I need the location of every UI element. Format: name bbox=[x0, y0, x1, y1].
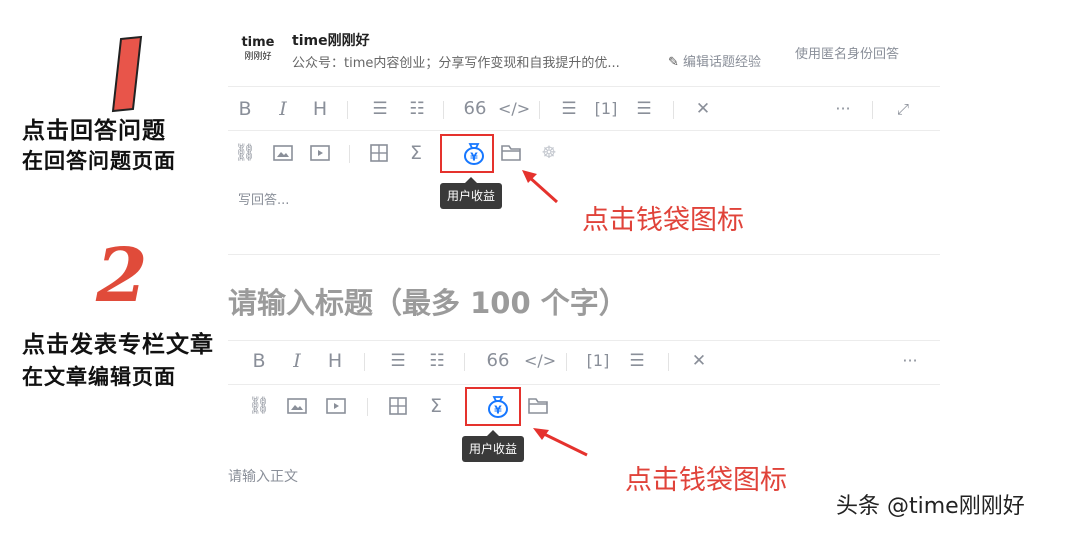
step-1-line1: 点击回答问题 bbox=[22, 118, 166, 144]
separator bbox=[349, 145, 350, 163]
code-icon[interactable]: </> bbox=[524, 349, 556, 373]
anonymous-answer-link[interactable]: 使用匿名身份回答 bbox=[795, 43, 899, 62]
annotation-label-2: 点击钱袋图标 bbox=[625, 465, 787, 496]
step-2-line2: 在文章编辑页面 bbox=[22, 365, 176, 389]
heading-icon[interactable]: H bbox=[307, 97, 333, 121]
divider bbox=[228, 86, 940, 87]
ordered-list-icon[interactable]: ☰ bbox=[367, 97, 393, 121]
divider bbox=[228, 130, 940, 131]
divider bbox=[228, 340, 940, 341]
answer-input[interactable]: 写回答... bbox=[238, 189, 289, 208]
step-2-line1: 点击发表专栏文章 bbox=[22, 332, 214, 358]
separator bbox=[673, 101, 674, 119]
quote-icon[interactable]: 66 bbox=[485, 349, 511, 373]
divider-line-icon[interactable]: ☰ bbox=[624, 349, 650, 373]
arrow-1-icon bbox=[522, 170, 559, 204]
income-tooltip: 用户收益 bbox=[440, 177, 503, 209]
separator bbox=[443, 101, 444, 119]
separator bbox=[539, 101, 540, 119]
step-1-number bbox=[111, 35, 143, 113]
image-icon[interactable] bbox=[273, 145, 293, 161]
italic-icon[interactable]: I bbox=[270, 97, 296, 121]
separator bbox=[367, 398, 368, 416]
income-tooltip: 用户收益 bbox=[462, 430, 525, 462]
divider bbox=[228, 384, 940, 385]
author-name[interactable]: time刚刚好 bbox=[292, 30, 370, 50]
italic-icon[interactable]: I bbox=[284, 349, 310, 373]
footnote-icon[interactable]: [1] bbox=[593, 97, 619, 121]
unordered-list-icon[interactable]: ☷ bbox=[424, 349, 450, 373]
step-2-number: 2 bbox=[96, 233, 148, 319]
article-title-input[interactable]: 请输入标题（最多 100 个字） bbox=[228, 280, 628, 322]
step-1-line2: 在回答问题页面 bbox=[22, 149, 176, 173]
more-icon[interactable]: ··· bbox=[830, 97, 856, 121]
arrow-2-icon bbox=[533, 428, 588, 457]
footnote-icon[interactable]: [1] bbox=[585, 349, 611, 373]
code-icon[interactable]: </> bbox=[498, 97, 530, 121]
video-icon[interactable] bbox=[310, 145, 330, 161]
link-icon[interactable]: ⛓ bbox=[246, 394, 272, 418]
watermark: 头条 @time刚刚好 bbox=[836, 494, 1025, 519]
indent-icon[interactable]: ☰ bbox=[556, 97, 582, 121]
more-icon[interactable]: ··· bbox=[897, 349, 923, 373]
separator bbox=[364, 353, 365, 371]
edit-topic-link[interactable]: ✎ 编辑话题经验 bbox=[668, 51, 761, 70]
money-bag-highlight bbox=[465, 387, 521, 426]
bug-icon[interactable]: ☸ bbox=[536, 141, 562, 165]
separator bbox=[566, 353, 567, 371]
formula-icon[interactable]: Σ bbox=[423, 394, 449, 418]
author-logo: time 刚刚好 bbox=[241, 35, 275, 62]
formula-icon[interactable]: Σ bbox=[403, 141, 429, 165]
bold-icon[interactable]: B bbox=[232, 97, 258, 121]
divider bbox=[228, 254, 940, 255]
video-icon[interactable] bbox=[326, 398, 346, 414]
separator bbox=[872, 101, 873, 119]
table-icon[interactable] bbox=[370, 144, 388, 162]
image-icon[interactable] bbox=[287, 398, 307, 414]
pencil-icon: ✎ bbox=[668, 55, 679, 70]
separator bbox=[464, 353, 465, 371]
heading-icon[interactable]: H bbox=[322, 349, 348, 373]
separator bbox=[668, 353, 669, 371]
article-body-input[interactable]: 请输入正文 bbox=[228, 466, 298, 486]
link-icon[interactable]: ⛓ bbox=[232, 141, 258, 165]
expand-icon[interactable]: ⤢ bbox=[890, 97, 916, 121]
folder-icon[interactable] bbox=[501, 144, 521, 161]
quote-icon[interactable]: 66 bbox=[462, 97, 488, 121]
bold-icon[interactable]: B bbox=[246, 349, 272, 373]
folder-icon[interactable] bbox=[528, 397, 548, 414]
unordered-list-icon[interactable]: ☷ bbox=[404, 97, 430, 121]
table-icon[interactable] bbox=[389, 397, 407, 415]
clear-format-icon[interactable]: ✕ bbox=[690, 97, 716, 121]
author-description: 公众号：time内容创业；分享写作变现和自我提升的优... bbox=[292, 56, 620, 71]
separator bbox=[347, 101, 348, 119]
divider-line-icon[interactable]: ☰ bbox=[631, 97, 657, 121]
clear-format-icon[interactable]: ✕ bbox=[686, 349, 712, 373]
money-bag-highlight bbox=[440, 134, 494, 173]
annotation-label-1: 点击钱袋图标 bbox=[582, 205, 744, 236]
ordered-list-icon[interactable]: ☰ bbox=[385, 349, 411, 373]
